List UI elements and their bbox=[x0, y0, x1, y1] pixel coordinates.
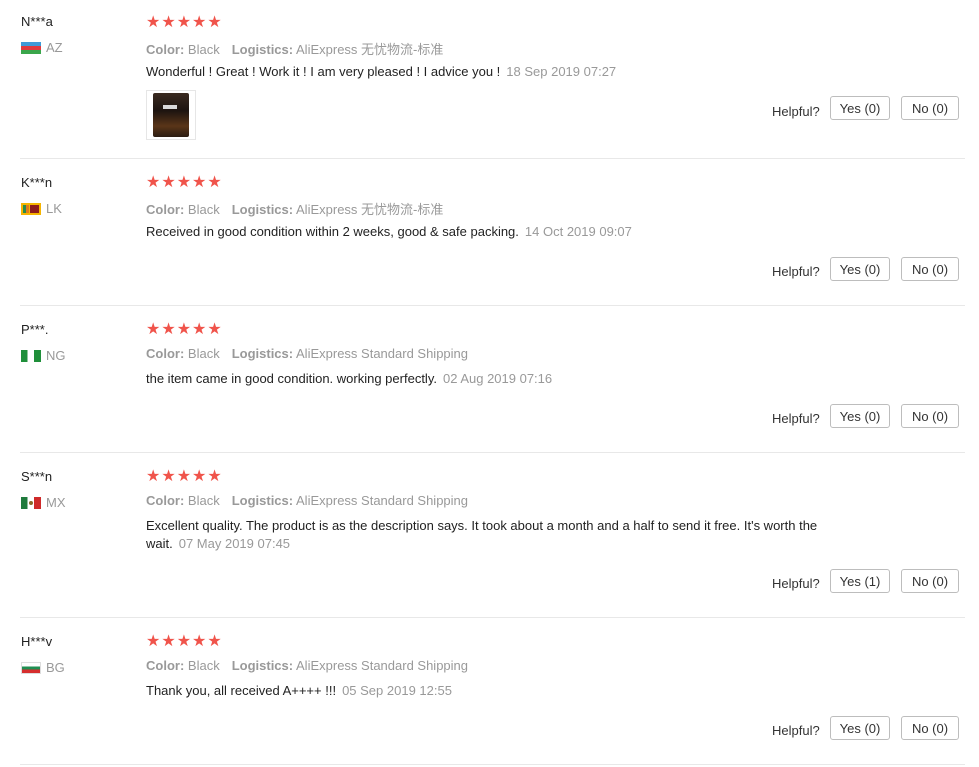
color-label: Color: bbox=[146, 658, 185, 673]
review-date: 02 Aug 2019 07:16 bbox=[442, 371, 553, 386]
ng-flag-icon bbox=[21, 349, 41, 362]
logistics-value: AliExpress Standard Shipping bbox=[296, 658, 469, 673]
logistics-label: Logistics: bbox=[231, 202, 294, 217]
logistics-value: AliExpress 无忧物流-标准 bbox=[296, 42, 444, 57]
review-text: Received in good condition within 2 week… bbox=[146, 223, 866, 241]
reviewer-country: BG bbox=[21, 660, 65, 675]
review-text: Thank you, all received A++++ !!! 05 Sep … bbox=[146, 682, 866, 700]
country-code: NG bbox=[46, 348, 66, 363]
divider bbox=[20, 452, 965, 453]
helpful-no-button[interactable]: No (0) bbox=[901, 257, 959, 281]
review-meta: Color: Black Logistics: AliExpress Standa… bbox=[146, 493, 468, 508]
logistics-label: Logistics: bbox=[231, 658, 294, 673]
reviewer-name: H***v bbox=[21, 634, 53, 649]
helpful-label: Helpful? bbox=[772, 411, 820, 426]
review-body: the item came in good condition. working… bbox=[146, 371, 437, 386]
color-value: Black bbox=[187, 42, 220, 57]
country-code: MX bbox=[46, 495, 66, 510]
helpful-label: Helpful? bbox=[772, 264, 820, 279]
helpful-label: Helpful? bbox=[772, 576, 820, 591]
reviewer-name: P***. bbox=[21, 322, 49, 337]
reviewer-country: AZ bbox=[21, 40, 63, 55]
reviewer-name: S***n bbox=[21, 469, 53, 484]
star-rating: ★★★★★ bbox=[146, 14, 223, 31]
helpful-no-button[interactable]: No (0) bbox=[901, 96, 959, 120]
lk-flag-icon bbox=[21, 202, 41, 215]
review-body: Received in good condition within 2 week… bbox=[146, 224, 519, 239]
helpful-no-button[interactable]: No (0) bbox=[901, 404, 959, 428]
reviewer-country: LK bbox=[21, 201, 62, 216]
helpful-yes-button[interactable]: Yes (0) bbox=[830, 404, 890, 428]
star-rating: ★★★★★ bbox=[146, 321, 223, 338]
reviewer-name: N***a bbox=[21, 14, 53, 29]
bg-flag-icon bbox=[21, 661, 41, 674]
star-rating: ★★★★★ bbox=[146, 174, 223, 191]
review-meta: Color: Black Logistics: AliExpress Standa… bbox=[146, 658, 468, 673]
helpful-yes-button[interactable]: Yes (0) bbox=[830, 257, 890, 281]
color-value: Black bbox=[187, 346, 220, 361]
review-meta: Color: Black Logistics: AliExpress Standa… bbox=[146, 346, 468, 361]
color-value: Black bbox=[187, 658, 220, 673]
review-date: 07 May 2019 07:45 bbox=[178, 536, 291, 551]
mx-flag-icon bbox=[21, 496, 41, 509]
divider bbox=[20, 764, 965, 765]
review-text: Wonderful ! Great ! Work it ! I am very … bbox=[146, 63, 866, 81]
divider bbox=[20, 305, 965, 306]
review-body: Thank you, all received A++++ !!! bbox=[146, 683, 337, 698]
reviewer-name: K***n bbox=[21, 175, 53, 190]
color-value: Black bbox=[187, 493, 220, 508]
helpful-label: Helpful? bbox=[772, 723, 820, 738]
helpful-label: Helpful? bbox=[772, 104, 820, 119]
logistics-label: Logistics: bbox=[231, 42, 294, 57]
helpful-yes-button[interactable]: Yes (0) bbox=[830, 716, 890, 740]
helpful-no-button[interactable]: No (0) bbox=[901, 569, 959, 593]
logistics-value: AliExpress Standard Shipping bbox=[296, 346, 469, 361]
review-date: 18 Sep 2019 07:27 bbox=[506, 64, 617, 79]
review-date: 14 Oct 2019 09:07 bbox=[524, 224, 632, 239]
color-label: Color: bbox=[146, 493, 185, 508]
az-flag-icon bbox=[21, 41, 41, 54]
logistics-label: Logistics: bbox=[231, 346, 294, 361]
review-meta: Color: Black Logistics: AliExpress 无忧物流-标… bbox=[146, 39, 443, 58]
review-body: Wonderful ! Great ! Work it ! I am very … bbox=[146, 64, 501, 79]
helpful-yes-button[interactable]: Yes (1) bbox=[830, 569, 890, 593]
country-code: LK bbox=[46, 201, 62, 216]
helpful-no-button[interactable]: No (0) bbox=[901, 716, 959, 740]
review-text: Excellent quality. The product is as the… bbox=[146, 517, 866, 553]
divider bbox=[20, 617, 965, 618]
logistics-value: AliExpress 无忧物流-标准 bbox=[296, 202, 444, 217]
review-photo-thumbnail[interactable] bbox=[146, 90, 196, 140]
star-rating: ★★★★★ bbox=[146, 468, 223, 485]
logistics-label: Logistics: bbox=[231, 493, 294, 508]
logistics-value: AliExpress Standard Shipping bbox=[296, 493, 469, 508]
color-label: Color: bbox=[146, 346, 185, 361]
divider bbox=[20, 158, 965, 159]
color-label: Color: bbox=[146, 42, 185, 57]
reviewer-country: NG bbox=[21, 348, 66, 363]
country-code: BG bbox=[46, 660, 65, 675]
helpful-yes-button[interactable]: Yes (0) bbox=[830, 96, 890, 120]
color-label: Color: bbox=[146, 202, 185, 217]
color-value: Black bbox=[187, 202, 220, 217]
review-meta: Color: Black Logistics: AliExpress 无忧物流-标… bbox=[146, 199, 443, 218]
review-date: 05 Sep 2019 12:55 bbox=[342, 683, 452, 698]
review-text: the item came in good condition. working… bbox=[146, 370, 866, 388]
country-code: AZ bbox=[46, 40, 63, 55]
star-rating: ★★★★★ bbox=[146, 633, 223, 650]
reviewer-country: MX bbox=[21, 495, 66, 510]
